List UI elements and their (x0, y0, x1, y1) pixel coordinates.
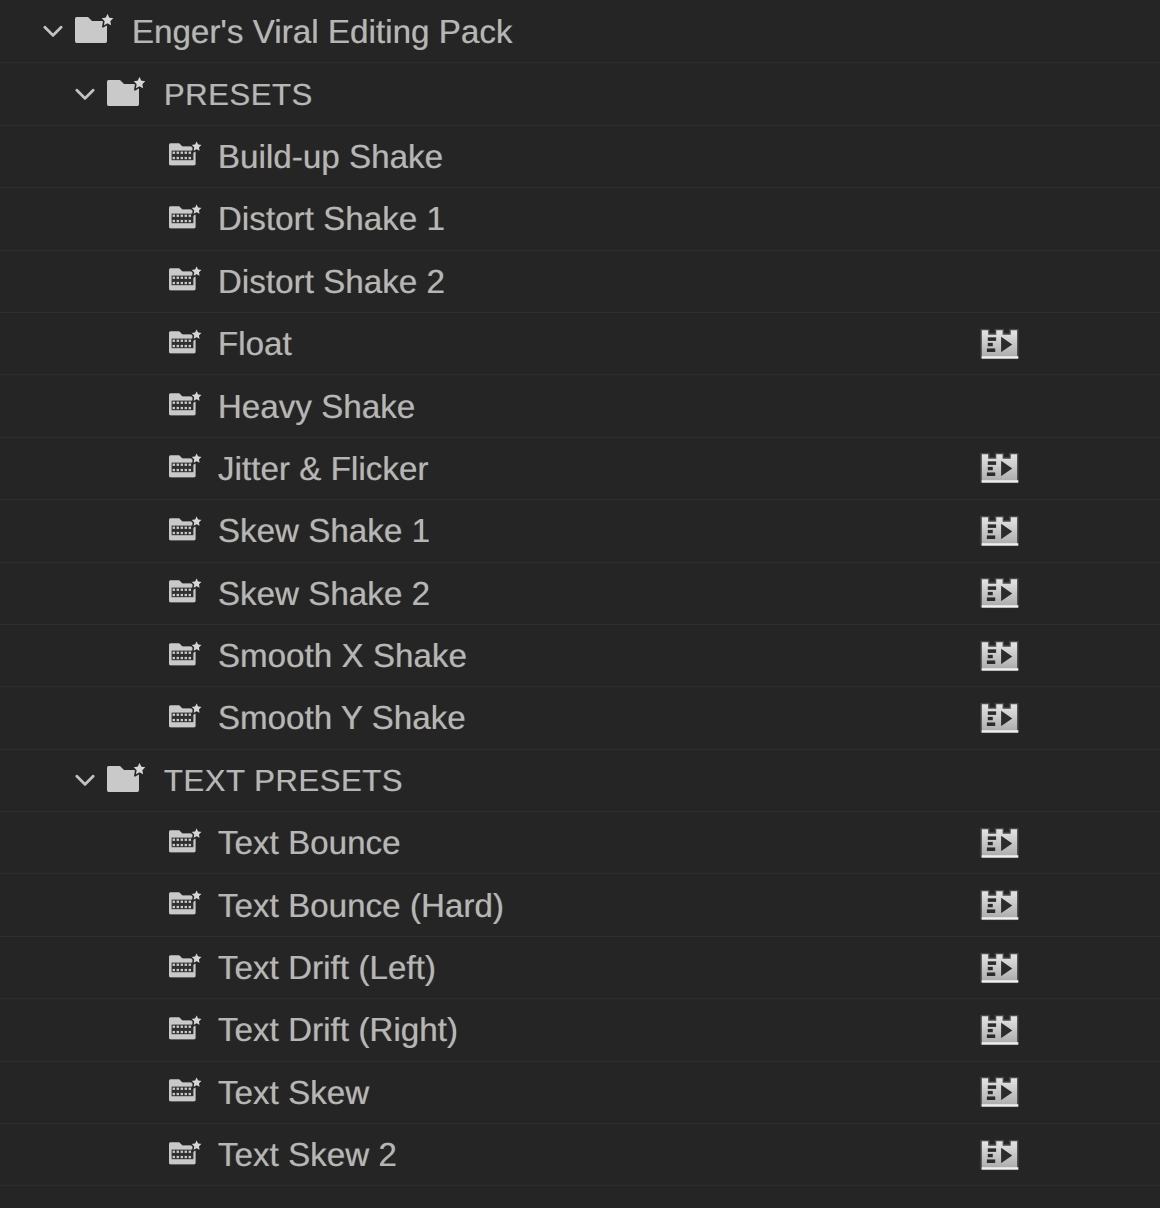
tree-group-row[interactable]: TEXT PRESETS (0, 748, 1160, 812)
folder-star-icon (106, 74, 152, 113)
preview-play-icon[interactable] (977, 636, 1023, 676)
tree-item-label: Distort Shake 2 (218, 262, 446, 300)
tree-item-label: Float (218, 325, 292, 363)
tree-item-row[interactable]: Text Bounce (Hard) (0, 873, 1160, 936)
folder-star-icon (106, 760, 152, 799)
tree-group-row[interactable]: Enger's Viral Editing Pack (0, 0, 1160, 63)
tree-bottom-edge (0, 1185, 1160, 1201)
folder-star-icon (74, 12, 120, 50)
preview-play-icon[interactable] (977, 823, 1023, 863)
tree-item-label: Distort Shake 1 (218, 200, 446, 238)
effect-presets-tree: Enger's Viral Editing Pack PRESETS Build-u… (0, 0, 1160, 1208)
tree-item-label: Text Bounce (Hard) (218, 886, 505, 924)
tree-item-label: Text Drift (Right) (218, 1011, 459, 1049)
tree-item-row[interactable]: Smooth X Shake (0, 623, 1160, 687)
tree-group-row[interactable]: PRESETS (0, 62, 1160, 125)
tree-item-row[interactable]: Float (0, 311, 1160, 375)
tree-item-row[interactable]: Text Skew (0, 1060, 1160, 1124)
preview-play-icon[interactable] (977, 1010, 1023, 1050)
preset-folder-star-icon (168, 264, 206, 298)
preset-folder-star-icon (168, 950, 206, 985)
preview-play-icon[interactable] (977, 948, 1023, 988)
preset-folder-star-icon (168, 576, 206, 610)
preview-play-icon[interactable] (977, 573, 1023, 613)
preset-folder-star-icon (168, 700, 206, 735)
tree-group-label: PRESETS (164, 76, 313, 112)
tree-item-row[interactable]: Smooth Y Shake (0, 686, 1160, 749)
tree-item-row[interactable]: Text Skew 2 (0, 1123, 1160, 1186)
preset-folder-star-icon (168, 201, 206, 236)
tree-item-label: Skew Shake 2 (218, 574, 431, 612)
tree-item-label: Smooth Y Shake (218, 699, 466, 737)
tree-item-label: Smooth X Shake (218, 637, 468, 675)
tree-item-label: Text Skew (218, 1073, 370, 1111)
tree-item-row[interactable]: Distort Shake 2 (0, 249, 1160, 312)
preview-play-icon[interactable] (977, 1135, 1023, 1175)
tree-item-row[interactable]: Build-up Shake (0, 124, 1160, 188)
preview-play-icon[interactable] (977, 511, 1023, 551)
preview-play-icon[interactable] (977, 324, 1023, 364)
chevron-down-icon[interactable] (38, 16, 68, 46)
tree-item-row[interactable]: Text Drift (Right) (0, 998, 1160, 1061)
tree-item-label: Skew Shake 1 (218, 512, 431, 550)
tree-item-label: Text Bounce (218, 824, 401, 862)
preset-folder-star-icon (168, 638, 206, 673)
tree-item-label: Build-up Shake (218, 137, 444, 175)
preview-play-icon[interactable] (977, 1072, 1023, 1112)
preset-folder-star-icon (168, 326, 206, 361)
tree-group-label: Enger's Viral Editing Pack (132, 12, 513, 50)
preset-folder-star-icon (168, 513, 206, 548)
preset-folder-star-icon (168, 388, 206, 423)
tree-item-row[interactable]: Jitter & Flicker (0, 436, 1160, 500)
preview-play-icon[interactable] (977, 885, 1023, 925)
preset-folder-star-icon (168, 1137, 206, 1172)
tree-item-label: Text Drift (Left) (218, 949, 437, 987)
tree-group-label: TEXT PRESETS (164, 762, 404, 798)
preview-play-icon[interactable] (977, 448, 1023, 488)
chevron-down-icon[interactable] (70, 79, 100, 109)
tree-item-row[interactable]: Heavy Shake (0, 374, 1160, 437)
tree-item-row[interactable]: Text Bounce (0, 811, 1160, 874)
preview-play-icon[interactable] (977, 698, 1023, 738)
preset-folder-star-icon (168, 888, 206, 922)
preset-folder-star-icon (168, 139, 206, 173)
preset-folder-star-icon (168, 1075, 206, 1109)
tree-item-row[interactable]: Skew Shake 1 (0, 499, 1160, 562)
tree-item-row[interactable]: Distort Shake 1 (0, 187, 1160, 250)
preset-folder-star-icon (168, 451, 206, 485)
tree-item-label: Jitter & Flicker (218, 449, 429, 487)
preset-folder-star-icon (168, 825, 206, 860)
tree-item-label: Heavy Shake (218, 387, 416, 425)
tree-item-label: Text Skew 2 (218, 1136, 398, 1174)
chevron-down-icon[interactable] (70, 765, 100, 795)
preset-folder-star-icon (168, 1012, 206, 1047)
tree-item-row[interactable]: Skew Shake 2 (0, 561, 1160, 624)
tree-item-row[interactable]: Text Drift (Left) (0, 935, 1160, 999)
